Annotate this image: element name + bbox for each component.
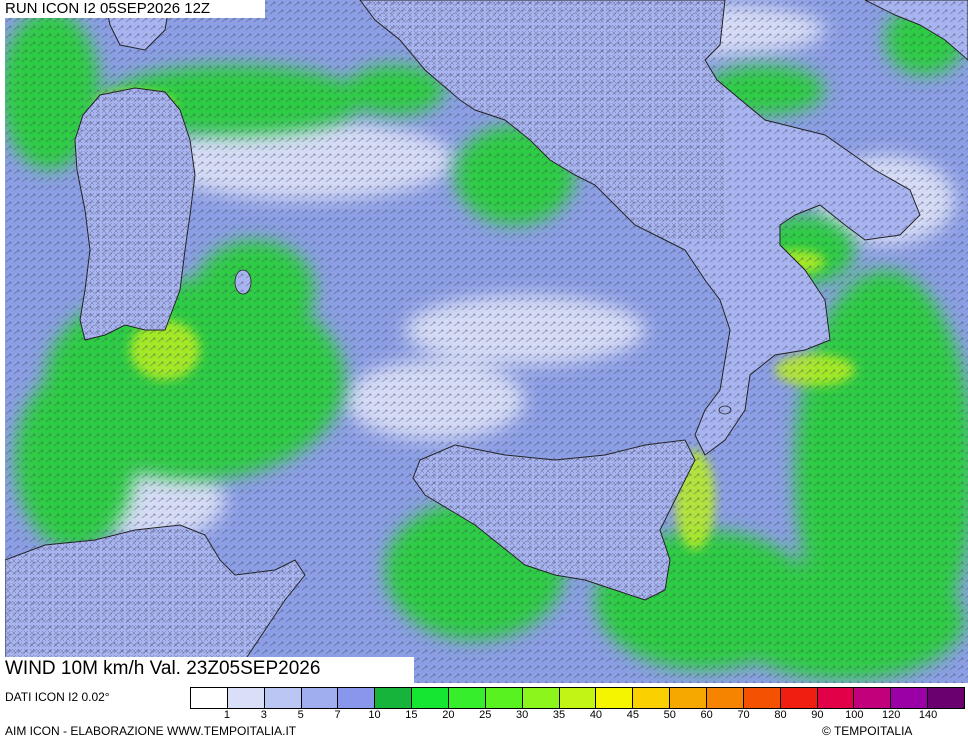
- scale-swatch: [485, 688, 523, 708]
- scale-swatch: [633, 688, 671, 708]
- scale-swatch: [559, 688, 597, 708]
- scale-tick-label: 5: [297, 709, 304, 721]
- scale-tick-label: 140: [918, 709, 938, 721]
- scale-tick-label: 15: [405, 709, 418, 721]
- scale-tick-label: 10: [368, 709, 381, 721]
- scale-tick-label: 120: [882, 709, 901, 721]
- scale-swatch: [670, 688, 708, 708]
- data-source-label: DATI ICON I2 0.02°: [5, 690, 110, 704]
- scale-swatch: [854, 688, 892, 708]
- scale-swatch: [449, 688, 486, 708]
- variable-label: WIND 10M km/h Val. 23Z05SEP2026: [0, 657, 414, 683]
- scale-tick-label: 35: [552, 709, 566, 721]
- scale-tick-label: 25: [479, 709, 492, 721]
- scale-tick-label: 3: [260, 709, 267, 721]
- scale-swatch: [191, 688, 228, 708]
- scale-tick-label: 90: [811, 709, 824, 721]
- scale-swatch: [522, 688, 560, 708]
- scale-tick-label: 70: [737, 709, 750, 721]
- scale-tick-label: 100: [845, 709, 864, 721]
- copyright-label: © TEMPOITALIA: [822, 724, 913, 738]
- scale-tick-label: 45: [626, 709, 639, 721]
- scale-tick-label: 1: [223, 709, 230, 721]
- scale-swatch: [780, 688, 818, 708]
- scale-tick-label: 40: [589, 709, 603, 721]
- scale-swatch: [338, 688, 376, 708]
- scale-swatch: [707, 688, 744, 708]
- scale-swatch: [375, 688, 413, 708]
- scale-swatch: [264, 688, 302, 708]
- run-label: RUN ICON I2 05SEP2026 12Z: [0, 0, 265, 18]
- scale-swatch: [301, 688, 339, 708]
- color-scale-ticks: 1 3 5 7 10 15 20 25 30 35 40 45 50 60 70 80 90 100 120 140: [190, 708, 965, 724]
- color-scale: [190, 687, 965, 709]
- scale-tick-label: 20: [442, 709, 455, 721]
- scale-tick-label: 60: [700, 709, 713, 721]
- scale-tick-label: 7: [334, 709, 341, 721]
- scale-swatch: [596, 688, 634, 708]
- scale-swatch: [227, 688, 265, 708]
- scale-swatch: [412, 688, 450, 708]
- scale-tick-label: 30: [516, 709, 529, 721]
- scale-tick-label: 50: [663, 709, 676, 721]
- scale-swatch: [928, 688, 965, 708]
- scale-swatch: [743, 688, 781, 708]
- scale-swatch: [817, 688, 855, 708]
- scale-swatch: [891, 688, 929, 708]
- wind-map: [5, 0, 968, 683]
- scale-tick-label: 80: [774, 709, 787, 721]
- elaboration-label: AIM ICON - ELABORAZIONE WWW.TEMPOITALIA.…: [5, 724, 297, 738]
- wind-arrows-field: [5, 0, 968, 683]
